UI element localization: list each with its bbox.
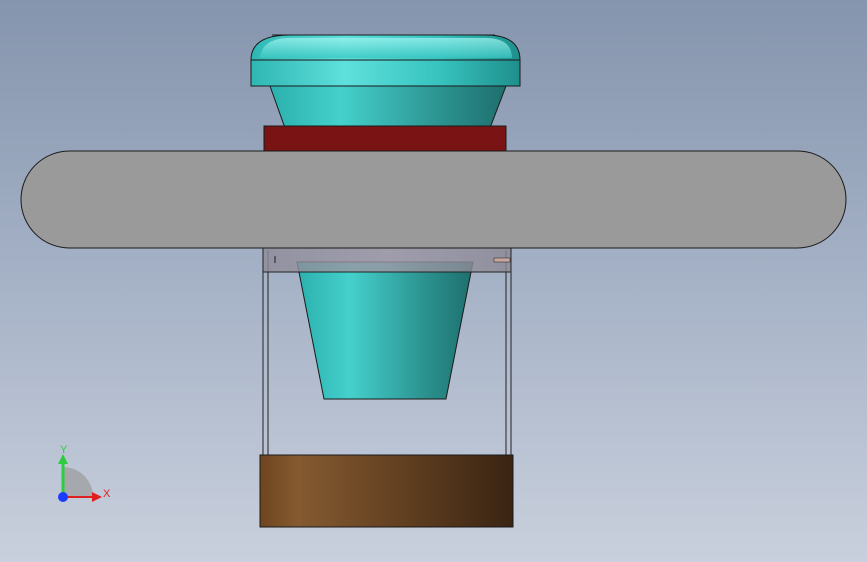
cone-cap[interactable] xyxy=(250,34,521,87)
upper-cone[interactable] xyxy=(269,85,507,129)
bracket-plate[interactable] xyxy=(262,247,512,273)
x-axis-arrow xyxy=(92,492,102,502)
triad-arc xyxy=(63,467,93,497)
x-axis-label: X xyxy=(103,488,111,500)
brown-base[interactable] xyxy=(259,454,514,528)
flange-ring[interactable] xyxy=(263,125,507,153)
lower-cone[interactable] xyxy=(296,261,474,400)
orientation-triad: Y X xyxy=(58,444,111,502)
cad-viewport[interactable] xyxy=(0,0,867,562)
z-axis-dot xyxy=(58,492,68,502)
gray-wheel[interactable] xyxy=(20,150,847,249)
y-axis-label: Y xyxy=(60,444,68,456)
